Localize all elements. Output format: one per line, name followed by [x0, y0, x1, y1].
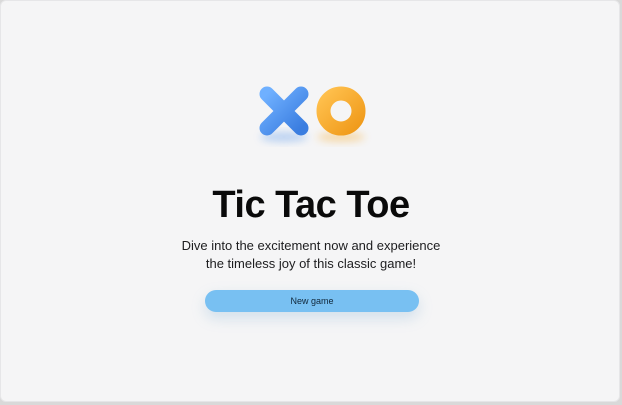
page-subtitle: Dive into the excitement now and experie… — [161, 237, 461, 273]
app-screen: Tic Tac Toe Dive into the excitement now… — [0, 0, 620, 402]
page-title: Tic Tac Toe — [212, 184, 410, 226]
subtitle-line-1: Dive into the excitement now and experie… — [181, 238, 441, 253]
new-game-button[interactable]: New game — [205, 290, 419, 312]
o-ring-icon — [316, 86, 366, 136]
game-logo — [255, 83, 371, 145]
subtitle-line-2: the timeless joy of this classic game! — [205, 256, 417, 271]
x-mark-icon — [259, 86, 309, 136]
